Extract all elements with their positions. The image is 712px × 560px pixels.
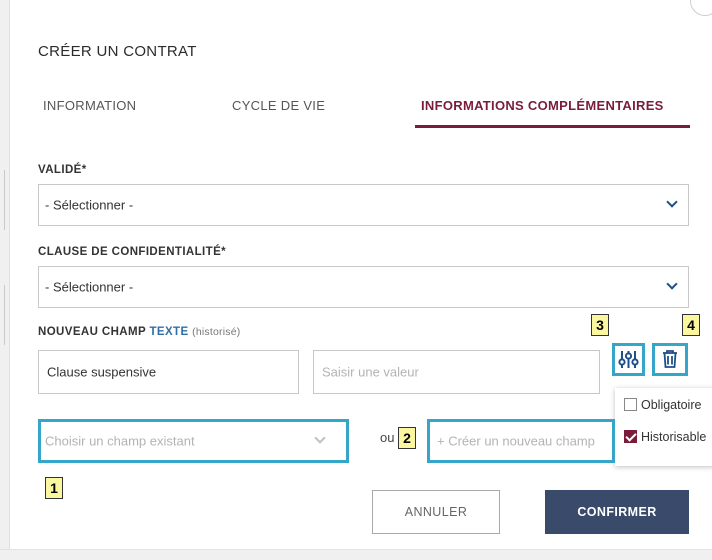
edge-mark [4,170,5,230]
callout-4: 4 [682,314,700,336]
clause-label: CLAUSE DE CONFIDENTIALITÉ* [38,246,227,258]
left-edge [0,0,10,560]
new-field-value-placeholder: Saisir une valeur [322,364,419,380]
clause-select-value: - Sélectionner - [45,279,134,295]
existing-field-highlight [38,419,349,463]
edge-mark [4,285,5,345]
historisable-checkbox[interactable] [624,430,637,443]
cancel-button[interactable]: ANNULER [372,490,500,534]
chevron-down-icon [666,278,678,290]
clause-select[interactable]: - Sélectionner - [38,266,689,308]
new-field-note: (historisé) [192,326,241,338]
bottom-edge [0,549,712,560]
new-field-name-value: Clause suspensive [47,364,157,380]
new-field-value-input[interactable]: Saisir une valeur [313,350,600,394]
chevron-down-icon [666,196,678,208]
new-field-label: NOUVEAU CHAMP TEXTE (historisé) [38,326,240,338]
option-historisable[interactable]: Historisable [624,430,706,444]
obligatoire-label: Obligatoire [641,398,702,412]
historisable-label: Historisable [641,430,707,444]
confirm-button[interactable]: CONFIRMER [545,490,689,534]
or-label: ou [380,430,395,445]
new-field-label-prefix: NOUVEAU CHAMP [38,326,146,338]
dialog-title: CRÉER UN CONTRAT [38,43,197,60]
sliders-icon[interactable] [617,348,640,371]
valide-select[interactable]: - Sélectionner - [38,184,689,226]
callout-3: 3 [591,314,609,336]
tab-cycle-de-vie[interactable]: CYCLE DE VIE [232,98,325,113]
close-icon[interactable] [690,0,712,16]
tab-informations-complementaires[interactable]: INFORMATIONS COMPLÉMENTAIRES [421,98,664,113]
callout-2: 2 [398,427,416,449]
valide-label: VALIDÉ* [38,164,87,176]
new-field-type: TEXTE [149,326,189,338]
new-field-name-input[interactable]: Clause suspensive [38,350,299,394]
trash-icon[interactable] [659,348,681,370]
create-field-highlight [427,419,615,463]
create-contract-dialog: CRÉER UN CONTRAT INFORMATION CYCLE DE VI… [0,0,712,560]
active-tab-indicator [415,125,690,128]
option-obligatoire[interactable]: Obligatoire [624,398,701,412]
callout-1: 1 [45,477,63,499]
valide-select-value: - Sélectionner - [45,197,134,213]
tab-information[interactable]: INFORMATION [43,98,136,113]
obligatoire-checkbox[interactable] [624,398,637,411]
field-options-menu: Obligatoire Historisable [615,388,712,466]
